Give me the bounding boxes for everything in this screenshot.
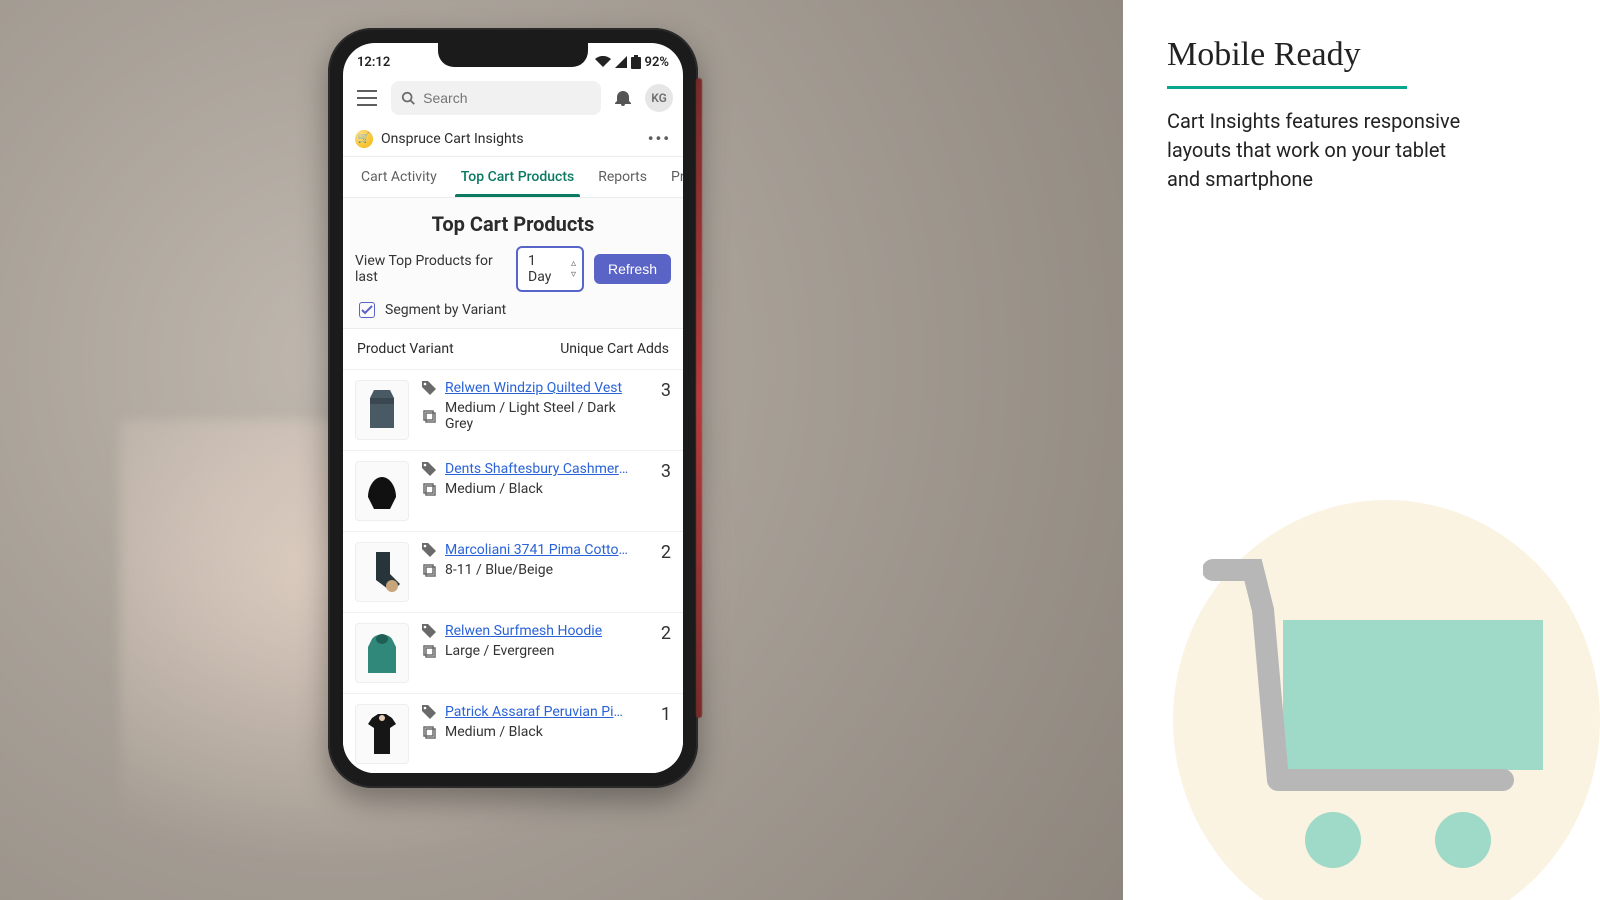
variant-label: Medium / Light Steel / Dark Grey: [445, 400, 641, 432]
product-link[interactable]: Relwen Surfmesh Hoodie: [445, 623, 602, 639]
tag-icon: [421, 623, 437, 639]
wifi-icon: [595, 56, 611, 68]
unique-cart-adds: 1: [653, 704, 671, 764]
page-body: Top Cart Products View Top Products for …: [343, 198, 683, 773]
search-icon: [401, 90, 415, 106]
app-header: KG: [343, 75, 683, 121]
row-main: Dents Shaftesbury Cashmere Lined ... Medi…: [421, 461, 641, 521]
segment-row: Segment by Variant: [343, 300, 683, 328]
table-row: Relwen Surfmesh Hoodie Large / Evergreen 2: [343, 612, 683, 693]
variant-label: Medium / Black: [445, 481, 543, 497]
controls-label: View Top Products for last: [355, 253, 506, 285]
phone-screen: 12:12 92%: [343, 43, 683, 773]
battery-percent: 92%: [645, 55, 669, 70]
product-thumb: [355, 380, 409, 440]
period-select[interactable]: 1 Day ▵▿: [516, 246, 584, 292]
avatar[interactable]: KG: [645, 84, 673, 112]
row-main: Marcoliani 3741 Pima Cotton Lisle B... 8-…: [421, 542, 641, 602]
app-logo-icon: 🛒: [355, 130, 373, 148]
battery-icon: [631, 55, 641, 69]
menu-button[interactable]: [353, 84, 381, 112]
row-main: Relwen Surfmesh Hoodie Large / Evergreen: [421, 623, 641, 683]
product-link[interactable]: Patrick Assaraf Peruvian Pima Cotto...: [445, 704, 635, 720]
tab-cart-activity[interactable]: Cart Activity: [359, 157, 439, 197]
table-header: Product Variant Unique Cart Adds: [343, 328, 683, 369]
unique-cart-adds: 2: [653, 623, 671, 683]
col-unique-cart-adds: Unique Cart Adds: [560, 341, 669, 357]
table-row: Marcoliani 3741 Pima Cotton Lisle B... 8-…: [343, 531, 683, 612]
marketing-panel: Mobile Ready Cart Insights features resp…: [1123, 0, 1600, 900]
table-row: Patrick Assaraf Peruvian Pima Cotto... Me…: [343, 693, 683, 773]
chevron-updown-icon: ▵▿: [571, 258, 576, 280]
tag-icon: [421, 461, 437, 477]
controls-row: View Top Products for last 1 Day ▵▿ Refr…: [343, 246, 683, 300]
tag-icon: [421, 704, 437, 720]
product-list: Relwen Windzip Quilted Vest Medium / Ligh…: [343, 369, 683, 773]
notifications-button[interactable]: [611, 86, 635, 110]
cart-icon: [1203, 550, 1563, 900]
copy-icon: [421, 643, 437, 659]
marketing-title: Mobile Ready: [1167, 36, 1556, 74]
product-link[interactable]: Marcoliani 3741 Pima Cotton Lisle B...: [445, 542, 635, 558]
product-thumb: [355, 461, 409, 521]
product-link[interactable]: Dents Shaftesbury Cashmere Lined ...: [445, 461, 635, 477]
signal-icon: [615, 56, 627, 68]
segment-checkbox[interactable]: [359, 302, 375, 318]
unique-cart-adds: 3: [653, 461, 671, 521]
phone-mockup: 12:12 92%: [328, 28, 698, 788]
product-thumb: [355, 542, 409, 602]
copy-icon: [421, 562, 437, 578]
col-product-variant: Product Variant: [357, 341, 454, 357]
tab-bar: Cart Activity Top Cart Products Reports …: [343, 157, 683, 198]
check-icon: [361, 304, 373, 316]
row-main: Patrick Assaraf Peruvian Pima Cotto... Me…: [421, 704, 641, 764]
tag-icon: [421, 380, 437, 396]
bell-icon: [614, 89, 632, 107]
copy-icon: [421, 724, 437, 740]
page-title: Top Cart Products: [343, 208, 683, 246]
tab-reports[interactable]: Reports: [596, 157, 649, 197]
hamburger-icon: [357, 90, 377, 106]
row-main: Relwen Windzip Quilted Vest Medium / Ligh…: [421, 380, 641, 440]
tab-preferences[interactable]: Pref: [669, 157, 683, 197]
copy-icon: [421, 408, 437, 424]
phone-notch: [438, 43, 588, 67]
cart-illustration: [1133, 380, 1600, 900]
product-link[interactable]: Relwen Windzip Quilted Vest: [445, 380, 622, 396]
variant-label: Large / Evergreen: [445, 643, 554, 659]
product-thumb: [355, 704, 409, 764]
promo-photo-background: 12:12 92%: [0, 0, 1123, 900]
more-button[interactable]: •••: [648, 129, 671, 148]
unique-cart-adds: 3: [653, 380, 671, 440]
product-thumb: [355, 623, 409, 683]
app-name: Onspruce Cart Insights: [381, 131, 524, 147]
search-field[interactable]: [391, 81, 601, 115]
app-title-row: 🛒 Onspruce Cart Insights •••: [343, 121, 683, 157]
period-selected-value: 1 Day: [528, 253, 551, 285]
variant-label: Medium / Black: [445, 724, 543, 740]
search-input[interactable]: [423, 90, 591, 106]
tab-top-cart-products[interactable]: Top Cart Products: [459, 157, 577, 197]
copy-icon: [421, 481, 437, 497]
status-time: 12:12: [357, 55, 390, 70]
variant-label: 8-11 / Blue/Beige: [445, 562, 553, 578]
table-row: Relwen Windzip Quilted Vest Medium / Ligh…: [343, 369, 683, 450]
table-row: Dents Shaftesbury Cashmere Lined ... Medi…: [343, 450, 683, 531]
unique-cart-adds: 2: [653, 542, 671, 602]
tag-icon: [421, 542, 437, 558]
accent-rule: [1167, 86, 1407, 89]
segment-label: Segment by Variant: [385, 302, 506, 318]
marketing-body: Cart Insights features responsive layout…: [1167, 107, 1467, 194]
refresh-button[interactable]: Refresh: [594, 254, 671, 284]
